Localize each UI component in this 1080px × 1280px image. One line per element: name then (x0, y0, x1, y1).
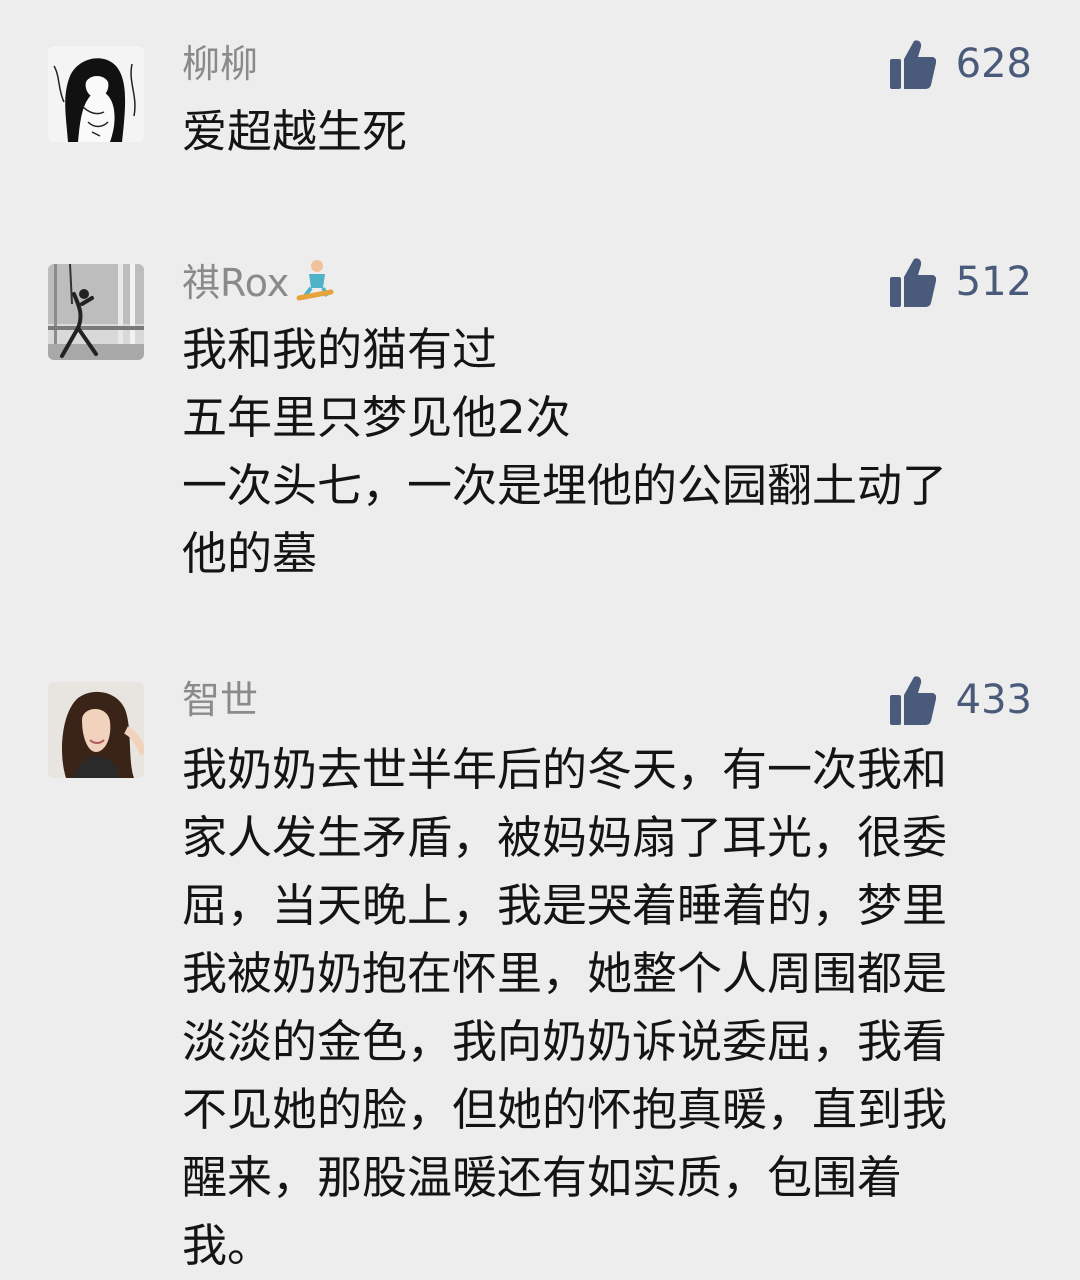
comment-author-name[interactable]: 智世 (182, 676, 258, 724)
comment-line: 我奶奶去世半年后的冬天，有一次我和 (182, 743, 948, 796)
comment-line: 爱超越生死 (182, 105, 408, 158)
thumbs-up-icon (889, 258, 936, 307)
thumbs-up-icon (889, 40, 936, 89)
comment-line: 我被奶奶抱在怀里，她整个人周围都是 (182, 947, 948, 1000)
like-count: 433 (955, 677, 1032, 723)
snowboarder-emoji-icon (295, 258, 335, 313)
comment-line: 他的墓 (182, 527, 318, 580)
comment-line: 家人发生矛盾，被妈妈扇了耳光，很委 (182, 811, 948, 864)
comment-content: 我和我的猫有过 五年里只梦见他2次 一次头七，一次是埋他的公园翻土动了 他的墓 (182, 316, 1042, 588)
comment-line: 我。 (182, 1219, 273, 1272)
comment-line: 屈，当天晚上，我是哭着睡着的，梦里 (182, 879, 948, 932)
like-count: 628 (955, 41, 1032, 87)
comment-content: 我奶奶去世半年后的冬天，有一次我和 家人发生矛盾，被妈妈扇了耳光，很委 屈，当天… (182, 736, 1042, 1280)
nickname-text: 智世 (182, 678, 259, 722)
comment-line: 不见她的脸，但她的怀抱真暖，直到我 (182, 1083, 948, 1136)
avatar[interactable] (48, 46, 144, 142)
like-button[interactable]: 628 (889, 36, 1032, 92)
comment-line: 淡淡的金色，我向奶奶诉说委屈，我看 (182, 1015, 948, 1068)
comment-line: 一次头七，一次是埋他的公园翻土动了 (182, 459, 948, 512)
comment-line: 五年里只梦见他2次 (182, 391, 571, 444)
thumbs-up-icon (889, 676, 936, 725)
avatar[interactable] (48, 682, 144, 778)
comment-content: 爱超越生死 (182, 98, 1042, 166)
avatar-woman-photo-icon (48, 682, 144, 778)
comment-author-name[interactable]: 祺Rox (182, 258, 335, 313)
avatar-sketch-illustration-icon (48, 46, 144, 142)
like-button[interactable]: 433 (889, 672, 1032, 728)
comment-author-name[interactable]: 柳柳 (182, 40, 258, 88)
like-count: 512 (955, 259, 1032, 305)
like-button[interactable]: 512 (889, 254, 1032, 310)
nickname-text: 祺Rox (182, 261, 290, 305)
comment-line: 我和我的猫有过 (182, 323, 498, 376)
comment-line: 醒来，那股温暖还有如实质，包围着 (182, 1151, 903, 1204)
nickname-text: 柳柳 (182, 42, 259, 86)
avatar-dancer-photo-icon (48, 264, 144, 360)
avatar[interactable] (48, 264, 144, 360)
